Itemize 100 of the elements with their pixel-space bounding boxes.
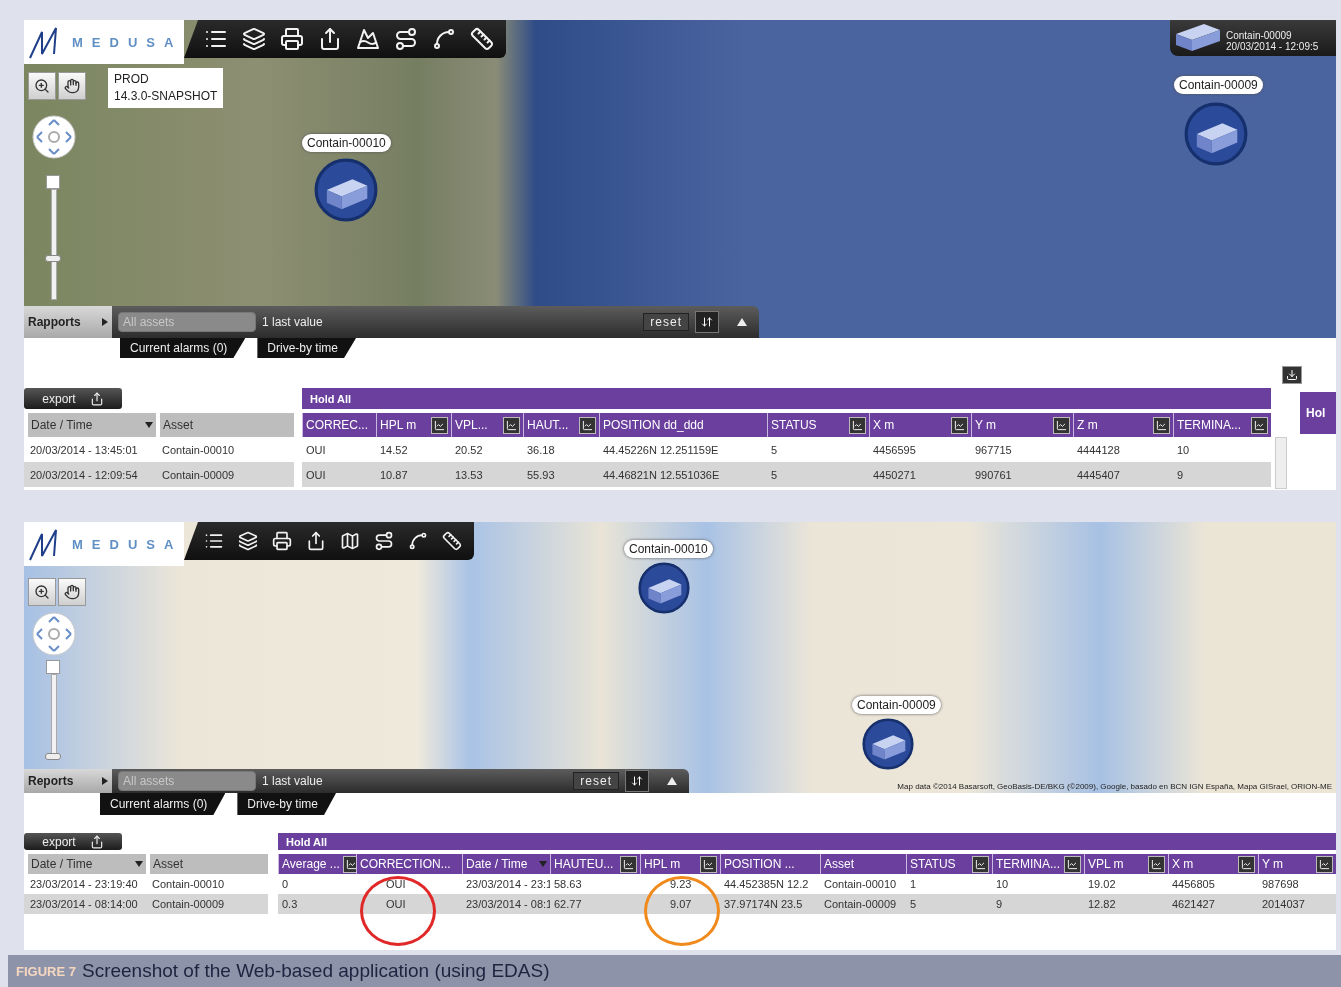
swap-button[interactable]: [695, 311, 719, 333]
tab[interactable]: Current alarms (0): [100, 793, 226, 815]
pan-control-icon[interactable]: [32, 612, 76, 656]
tab[interactable]: Current alarms (0): [120, 338, 246, 358]
zoom-slider[interactable]: [46, 175, 60, 300]
pan-control-icon[interactable]: [32, 115, 76, 159]
ruler-tool-icon[interactable]: [470, 27, 494, 51]
chart-button[interactable]: [503, 416, 520, 434]
table-cell: 2014037: [1258, 894, 1336, 914]
zoom-slider[interactable]: [46, 660, 60, 760]
column-header-cell[interactable]: Y m: [1258, 854, 1336, 874]
zoom-plus-button[interactable]: [46, 660, 60, 674]
chart-icon: [1156, 419, 1167, 431]
column-header-cell[interactable]: VPL...: [451, 413, 523, 437]
marker-label[interactable]: Contain-00010: [624, 540, 713, 558]
container-icon: [1174, 22, 1222, 52]
chart-button[interactable]: [1238, 855, 1255, 873]
zoom-in-button[interactable]: [28, 578, 56, 606]
chart-button[interactable]: [849, 416, 866, 434]
zoom-slider-thumb[interactable]: [45, 254, 61, 262]
column-header-cell[interactable]: X m: [869, 413, 971, 437]
layers-tool-icon[interactable]: [242, 27, 266, 51]
map-tool-icon[interactable]: [340, 531, 360, 551]
chart-button[interactable]: [972, 855, 989, 873]
chart-button[interactable]: [951, 416, 968, 434]
marker-label[interactable]: Contain-00010: [302, 134, 391, 152]
collapse-arrow-icon[interactable]: [737, 318, 747, 326]
chart-button[interactable]: [1053, 416, 1070, 434]
column-header-cell[interactable]: HAUTEU...: [550, 854, 640, 874]
marker-label[interactable]: Contain-00009: [1174, 76, 1263, 94]
column-header-cell[interactable]: X m: [1168, 854, 1258, 874]
column-header-cell[interactable]: STATUS: [906, 854, 992, 874]
column-header-cell[interactable]: Average ...: [278, 854, 356, 874]
column-header-cell[interactable]: Asset: [820, 854, 906, 874]
swap-button[interactable]: [625, 770, 649, 792]
route-tool-icon[interactable]: [394, 27, 418, 51]
column-header-cell[interactable]: HPL m: [376, 413, 451, 437]
line-tool-icon[interactable]: [432, 27, 456, 51]
chart-button[interactable]: [1153, 416, 1170, 434]
download-button[interactable]: [1282, 366, 1302, 384]
container-marker-icon[interactable]: [862, 718, 914, 770]
column-header-cell[interactable]: TERMINA...: [992, 854, 1084, 874]
chart-button[interactable]: [1251, 416, 1268, 434]
container-marker-icon[interactable]: [638, 562, 690, 614]
table-cell: 0.3: [278, 894, 356, 914]
route-tool-icon[interactable]: [374, 531, 394, 551]
chart-button[interactable]: [620, 855, 637, 873]
side-tab[interactable]: Hol: [1300, 392, 1336, 434]
column-header-cell[interactable]: STATUS: [767, 413, 869, 437]
export-button[interactable]: export: [24, 833, 122, 850]
sort-caret-icon[interactable]: [135, 861, 143, 867]
terrain-tool-icon[interactable]: [356, 27, 380, 51]
column-header-cell[interactable]: HPL m: [640, 854, 720, 874]
column-header-cell[interactable]: Z m: [1073, 413, 1173, 437]
chart-button[interactable]: [1148, 855, 1165, 873]
reset-button[interactable]: reset: [643, 313, 689, 331]
container-marker-icon[interactable]: [1184, 102, 1248, 166]
ruler-tool-icon[interactable]: [442, 531, 462, 551]
chart-button[interactable]: [1316, 855, 1333, 873]
column-header-cell[interactable]: CORRECTION...: [356, 854, 462, 874]
zoom-icon: [34, 584, 50, 600]
search-field[interactable]: All assets: [118, 312, 256, 332]
zoom-slider-thumb[interactable]: [45, 753, 61, 760]
line-tool-icon[interactable]: [408, 531, 428, 551]
chart-icon: [1151, 858, 1162, 870]
column-header-cell[interactable]: HAUT...: [523, 413, 599, 437]
container-marker-icon[interactable]: [314, 158, 378, 222]
reports-button[interactable]: Reports: [24, 769, 112, 793]
column-header-cell[interactable]: Y m: [971, 413, 1073, 437]
reset-button[interactable]: reset: [573, 772, 619, 790]
printer-tool-icon[interactable]: [280, 27, 304, 51]
chart-button[interactable]: [1064, 855, 1081, 873]
marker-label[interactable]: Contain-00009: [852, 696, 941, 714]
search-field[interactable]: All assets: [118, 771, 256, 791]
chart-button[interactable]: [700, 855, 717, 873]
zoom-in-button[interactable]: [28, 72, 56, 100]
share-tool-icon[interactable]: [318, 27, 342, 51]
pan-hand-button[interactable]: [58, 578, 86, 606]
column-header-cell[interactable]: VPL m: [1084, 854, 1168, 874]
share-tool-icon[interactable]: [306, 531, 326, 551]
scrollbar[interactable]: [1275, 437, 1287, 489]
chart-button[interactable]: [431, 416, 448, 434]
column-label: STATUS: [910, 857, 957, 871]
export-button[interactable]: export: [24, 388, 122, 409]
chart-button[interactable]: [579, 416, 596, 434]
tab[interactable]: Drive-by time: [237, 793, 337, 815]
column-header-cell[interactable]: CORREC...: [302, 413, 376, 437]
reports-button[interactable]: Rapports: [24, 306, 112, 338]
printer-tool-icon[interactable]: [272, 531, 292, 551]
list-tool-icon[interactable]: [204, 531, 224, 551]
sort-caret-icon[interactable]: [145, 422, 153, 428]
column-header-cell[interactable]: Date / Time: [462, 854, 550, 874]
column-header-cell[interactable]: POSITION ...: [720, 854, 820, 874]
column-header-cell[interactable]: TERMINA...: [1173, 413, 1271, 437]
layers-tool-icon[interactable]: [238, 531, 258, 551]
pan-hand-button[interactable]: [58, 72, 86, 100]
column-header-cell[interactable]: POSITION dd_ddd: [599, 413, 767, 437]
tab[interactable]: Drive-by time: [257, 338, 357, 358]
zoom-plus-button[interactable]: [46, 175, 60, 189]
collapse-arrow-icon[interactable]: [667, 777, 677, 785]
